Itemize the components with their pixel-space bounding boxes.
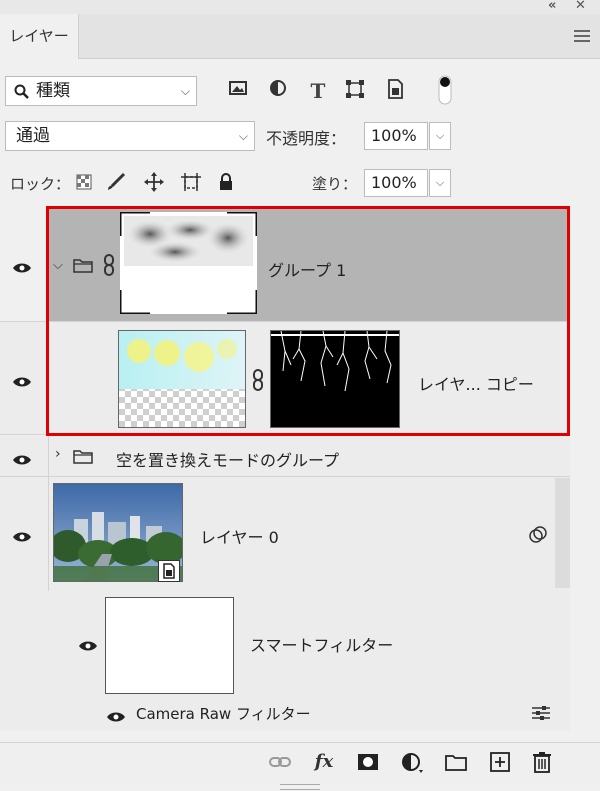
eye-icon[interactable] (12, 373, 32, 392)
adjustment-filter-icon[interactable] (266, 79, 290, 103)
smart-object-badge-icon (158, 560, 180, 582)
eye-icon[interactable] (12, 451, 32, 470)
eye-icon[interactable] (12, 528, 32, 547)
folder-icon (73, 448, 93, 468)
filter-blending-options-icon[interactable] (530, 704, 552, 726)
eye-icon[interactable] (106, 708, 126, 727)
layer-name: Camera Raw フィルター (136, 705, 311, 723)
lock-label: ロック： (10, 175, 71, 193)
blend-mode-value: 通過 (16, 126, 50, 146)
chevron-down-icon: ⌵ (238, 129, 248, 143)
link-layers-icon[interactable] (268, 750, 292, 774)
opacity-label: 不透明度： (266, 129, 347, 148)
image-filter-icon[interactable] (226, 79, 250, 103)
fill-input[interactable]: 100% (364, 169, 428, 197)
lock-position-icon[interactable] (144, 172, 164, 192)
filter-kind-label: 種類 (36, 81, 70, 101)
panel-top-strip: « ✕ (0, 0, 600, 14)
layer-name: スマートフィルター (250, 636, 394, 655)
eye-icon[interactable] (78, 637, 98, 656)
lock-transparent-pixels-icon[interactable] (76, 174, 92, 190)
close-panel-icon[interactable]: ✕ (575, 0, 586, 13)
lock-image-pixels-icon[interactable] (106, 172, 126, 192)
fx-icon[interactable]: fx (312, 750, 336, 774)
fill-dropdown-button[interactable]: ⌵ (429, 169, 451, 197)
highlight-frame (46, 206, 570, 436)
smart-object-filter-icon[interactable] (383, 79, 407, 103)
smart-filter-indicator-icon[interactable] (528, 526, 548, 548)
chevron-down-icon: ⌵ (180, 84, 190, 98)
layer-name: 空を置き換えモードのグループ (116, 451, 340, 470)
smart-filter-mask-thumbnail[interactable] (105, 597, 234, 694)
shape-filter-icon[interactable] (343, 79, 367, 103)
tab-layers[interactable]: レイヤー (0, 14, 79, 59)
new-layer-icon[interactable] (488, 750, 512, 774)
layer-name: レイヤー 0 (200, 528, 279, 547)
blend-mode-select[interactable]: 通過 ⌵ (5, 121, 255, 151)
tab-bar (0, 14, 600, 59)
delete-icon[interactable] (530, 750, 554, 774)
lock-all-icon[interactable] (218, 172, 234, 192)
collapse-panel-icon[interactable]: « (548, 0, 556, 13)
filter-kind-select[interactable]: 種類 ⌵ (5, 76, 197, 106)
scrollbar[interactable] (555, 478, 570, 588)
opacity-input[interactable]: 100% (364, 122, 428, 150)
lock-artboard-icon[interactable] (180, 172, 202, 192)
add-mask-icon[interactable] (356, 750, 380, 774)
filter-toggle-icon[interactable] (436, 74, 454, 106)
fill-label: 塗り： (312, 175, 358, 193)
search-icon (14, 84, 29, 99)
chevron-right-icon[interactable]: › (55, 446, 61, 462)
opacity-dropdown-button[interactable]: ⌵ (429, 122, 451, 150)
type-filter-icon[interactable]: T (306, 79, 330, 103)
resize-grip[interactable] (280, 784, 320, 790)
panel-menu-icon[interactable] (574, 30, 590, 42)
new-group-icon[interactable] (444, 750, 468, 774)
adjustment-layer-icon[interactable] (400, 750, 424, 774)
eye-icon[interactable] (12, 259, 32, 278)
